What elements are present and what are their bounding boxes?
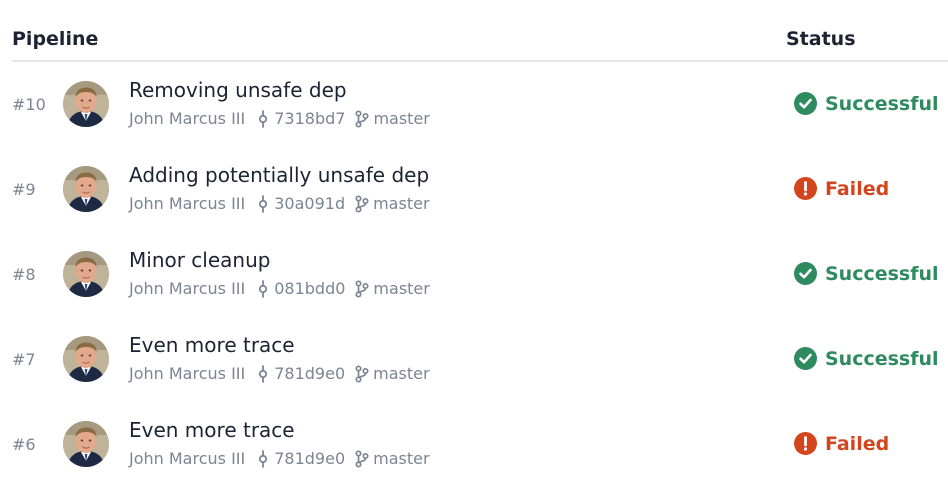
author-name: John Marcus III	[129, 364, 246, 383]
pipeline-number[interactable]: #10	[12, 95, 46, 114]
pipeline-row[interactable]: #7 Even more trace John Marcus III 781d9…	[0, 317, 948, 402]
author-name: John Marcus III	[129, 109, 246, 128]
author-name: John Marcus III	[129, 449, 246, 468]
pipeline-number[interactable]: #6	[12, 435, 36, 454]
avatar	[63, 251, 109, 297]
status-badge[interactable]: Successful	[794, 92, 939, 115]
status-label: Failed	[825, 177, 890, 200]
pipeline-number[interactable]: #8	[12, 265, 36, 284]
pipeline-row[interactable]: #10 Removing unsafe dep John Marcus III …	[0, 62, 948, 147]
avatar	[63, 421, 109, 467]
exclamation-circle-icon	[794, 432, 817, 455]
branch-name[interactable]: master	[373, 364, 429, 383]
pipeline-number[interactable]: #7	[12, 350, 36, 369]
pipeline-rows: #10 Removing unsafe dep John Marcus III …	[0, 62, 948, 481]
pipelines-table: Pipeline Status #10 Removing unsafe dep …	[0, 0, 948, 481]
status-column-header: Status	[786, 28, 856, 50]
pipeline-meta: John Marcus III 781d9e0 master	[129, 364, 430, 383]
pipeline-row[interactable]: #8 Minor cleanup John Marcus III 081bdd0…	[0, 232, 948, 317]
branch-icon	[355, 279, 369, 298]
commit-icon	[256, 279, 270, 298]
branch-icon	[355, 109, 370, 128]
status-badge[interactable]: Failed	[794, 177, 889, 200]
pipeline-meta: John Marcus III 30a091d master	[129, 194, 430, 213]
commit-icon	[256, 194, 270, 213]
pipeline-title[interactable]: Removing unsafe dep	[129, 78, 347, 102]
commit-hash[interactable]: 30a091d	[274, 194, 345, 213]
avatar	[63, 166, 109, 212]
pipeline-number[interactable]: #9	[12, 180, 36, 199]
author-name: John Marcus III	[129, 194, 246, 213]
avatar	[63, 81, 109, 127]
commit-hash[interactable]: 081bdd0	[274, 279, 345, 298]
pipeline-row[interactable]: #6 Even more trace John Marcus III 781d9…	[0, 402, 948, 481]
commit-hash[interactable]: 781d9e0	[274, 449, 345, 468]
pipeline-title[interactable]: Adding potentially unsafe dep	[129, 163, 429, 187]
commit-hash[interactable]: 781d9e0	[274, 364, 345, 383]
avatar	[63, 336, 109, 382]
commit-icon	[256, 364, 270, 383]
check-circle-icon	[794, 347, 817, 370]
table-header: Pipeline Status	[12, 0, 948, 62]
check-circle-icon	[794, 262, 817, 285]
status-badge[interactable]: Successful	[794, 262, 939, 285]
commit-hash[interactable]: 7318bd7	[274, 109, 345, 128]
branch-name[interactable]: master	[373, 109, 429, 128]
pipeline-title[interactable]: Even more trace	[129, 418, 295, 442]
exclamation-circle-icon	[794, 177, 817, 200]
status-label: Successful	[825, 347, 939, 370]
author-name: John Marcus III	[129, 279, 246, 298]
branch-name[interactable]: master	[373, 194, 429, 213]
pipeline-title[interactable]: Even more trace	[129, 333, 295, 357]
status-label: Successful	[825, 92, 939, 115]
commit-icon	[256, 449, 270, 468]
status-badge[interactable]: Successful	[794, 347, 939, 370]
pipeline-meta: John Marcus III 7318bd7 master	[129, 109, 430, 128]
pipeline-title[interactable]: Minor cleanup	[129, 248, 270, 272]
status-label: Failed	[825, 432, 890, 455]
branch-icon	[355, 364, 369, 383]
pipeline-meta: John Marcus III 081bdd0 master	[129, 279, 430, 298]
pipeline-column-header: Pipeline	[12, 28, 99, 50]
pipeline-meta: John Marcus III 781d9e0 master	[129, 449, 430, 468]
check-circle-icon	[794, 92, 817, 115]
branch-icon	[355, 449, 369, 468]
pipeline-row[interactable]: #9 Adding potentially unsafe dep John Ma…	[0, 147, 948, 232]
branch-icon	[355, 194, 369, 213]
commit-icon	[256, 109, 270, 128]
branch-name[interactable]: master	[373, 279, 429, 298]
branch-name[interactable]: master	[373, 449, 429, 468]
status-label: Successful	[825, 262, 939, 285]
status-badge[interactable]: Failed	[794, 432, 889, 455]
